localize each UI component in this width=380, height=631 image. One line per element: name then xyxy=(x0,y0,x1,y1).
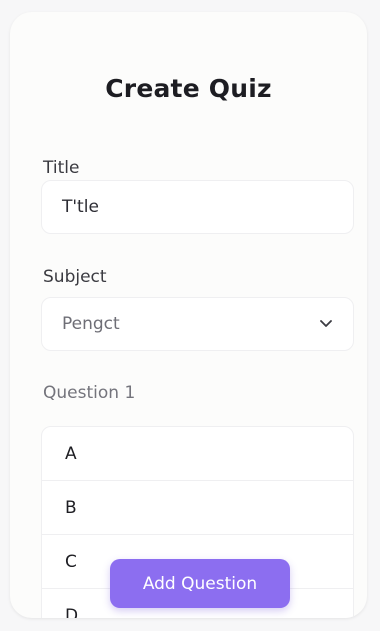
add-question-button[interactable]: Add Question xyxy=(110,559,290,608)
title-input[interactable]: T'tle xyxy=(41,180,354,234)
title-label: Title xyxy=(43,158,80,178)
subject-select[interactable]: Pengct xyxy=(41,297,354,351)
create-quiz-card: Create Quiz Title T'tle Subject Pengct Q… xyxy=(10,12,367,618)
answer-option-a[interactable]: A xyxy=(42,427,353,481)
page-title: Create Quiz xyxy=(105,74,272,103)
chevron-down-icon xyxy=(319,317,333,331)
answer-option-b[interactable]: B xyxy=(42,481,353,535)
question-label: Question 1 xyxy=(43,383,136,403)
subject-select-value: Pengct xyxy=(62,314,120,334)
subject-label: Subject xyxy=(43,267,107,287)
